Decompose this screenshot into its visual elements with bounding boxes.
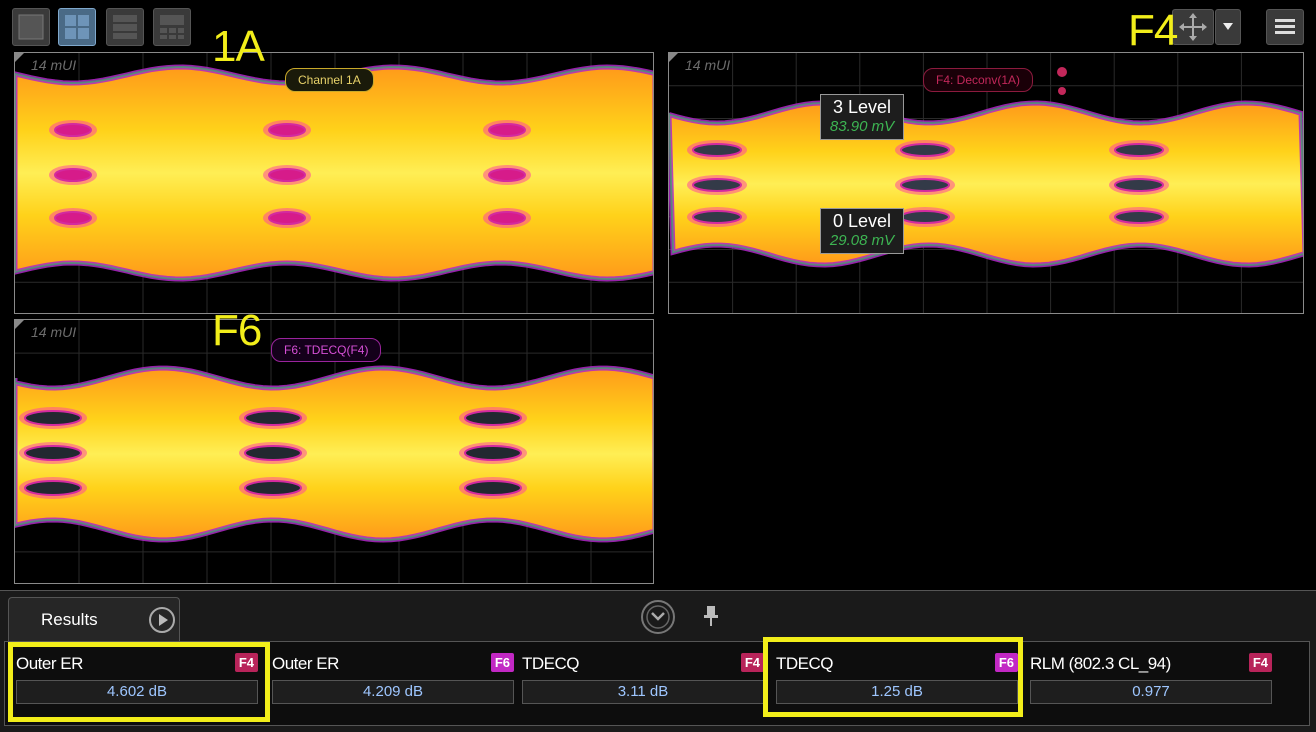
- waveform-panel-f4[interactable]: 14 mUI F4: Deconv(1A) 3 Level 83.90 mV 0…: [668, 52, 1304, 314]
- f6-function-tag[interactable]: F6: TDECQ(F4): [271, 338, 382, 362]
- grid-layout-button[interactable]: [153, 8, 191, 46]
- level-0-value: 29.08 mV: [829, 232, 895, 249]
- panel-corner-icon: [15, 53, 24, 62]
- main-menu-button[interactable]: [1266, 9, 1304, 45]
- eye-diagram-f4: [669, 53, 1303, 313]
- timebase-scale-label: 14 mUI: [31, 324, 77, 340]
- channel-1a-tag[interactable]: Channel 1A: [285, 68, 374, 92]
- pin-icon[interactable]: [702, 604, 720, 628]
- measurement-value: 0.977: [1030, 680, 1272, 704]
- level-0-marker[interactable]: 0 Level 29.08 mV: [820, 208, 904, 254]
- single-layout-button[interactable]: [12, 8, 50, 46]
- waveform-panel-channel-1a[interactable]: 14 mUI Channel 1A: [14, 52, 654, 314]
- level-0-title: 0 Level: [832, 211, 892, 231]
- move-icon: [1179, 13, 1207, 41]
- measurement-source-badge: F4: [1248, 653, 1272, 672]
- annotation-1a-label: 1A: [212, 22, 265, 71]
- timebase-scale-label: 14 mUI: [685, 57, 731, 73]
- measurement-name: RLM (802.3 CL_94): [1030, 654, 1171, 673]
- measurement-value: 3.11 dB: [522, 680, 764, 704]
- quad-layout-icon: [65, 15, 89, 39]
- move-button[interactable]: [1172, 9, 1214, 45]
- timebase-scale-label: 14 mUI: [31, 57, 77, 73]
- measurement-card[interactable]: RLM (802.3 CL_94) F4 0.977: [1028, 648, 1278, 710]
- dropdown-button[interactable]: [1215, 9, 1241, 45]
- stacked-layout-icon: [113, 15, 137, 39]
- measurement-name: Outer ER: [272, 654, 339, 673]
- results-tab-label: Results: [41, 610, 98, 629]
- measurement-value: 4.209 dB: [272, 680, 514, 704]
- play-icon[interactable]: [149, 607, 175, 633]
- level-3-title: 3 Level: [832, 97, 892, 117]
- annotation-f6-label: F6: [212, 306, 262, 355]
- results-tab[interactable]: Results: [8, 597, 180, 641]
- measurement-source-badge: F6: [490, 653, 514, 672]
- highlight-outer-er-f4: [8, 642, 270, 722]
- highlight-tdecq-f6: [763, 637, 1023, 717]
- measurement-source-badge: F4: [740, 653, 764, 672]
- quad-layout-button[interactable]: [58, 8, 96, 46]
- collapse-results-button[interactable]: [641, 600, 675, 634]
- level-3-value: 83.90 mV: [829, 118, 895, 135]
- annotation-f4-label: F4: [1128, 6, 1178, 55]
- eye-diagram-channel-1a: [15, 53, 653, 313]
- single-layout-icon: [18, 14, 44, 40]
- level-3-marker[interactable]: 3 Level 83.90 mV: [820, 94, 904, 140]
- grid-layout-icon: [160, 15, 184, 39]
- measurement-card[interactable]: Outer ER F6 4.209 dB: [270, 648, 520, 710]
- dropdown-arrow-icon: [1223, 23, 1233, 30]
- panel-corner-icon: [15, 320, 24, 329]
- stacked-layout-button[interactable]: [106, 8, 144, 46]
- chevron-down-icon: [646, 605, 670, 629]
- measurement-card[interactable]: TDECQ F4 3.11 dB: [520, 648, 770, 710]
- measurement-name: TDECQ: [522, 654, 580, 673]
- marker-dots-icon: [1057, 67, 1067, 95]
- menu-icon: [1275, 19, 1295, 34]
- waveform-panel-f6[interactable]: 14 mUI F6: TDECQ(F4): [14, 319, 654, 584]
- panel-corner-icon: [669, 53, 678, 62]
- f4-function-tag[interactable]: F4: Deconv(1A): [923, 68, 1034, 92]
